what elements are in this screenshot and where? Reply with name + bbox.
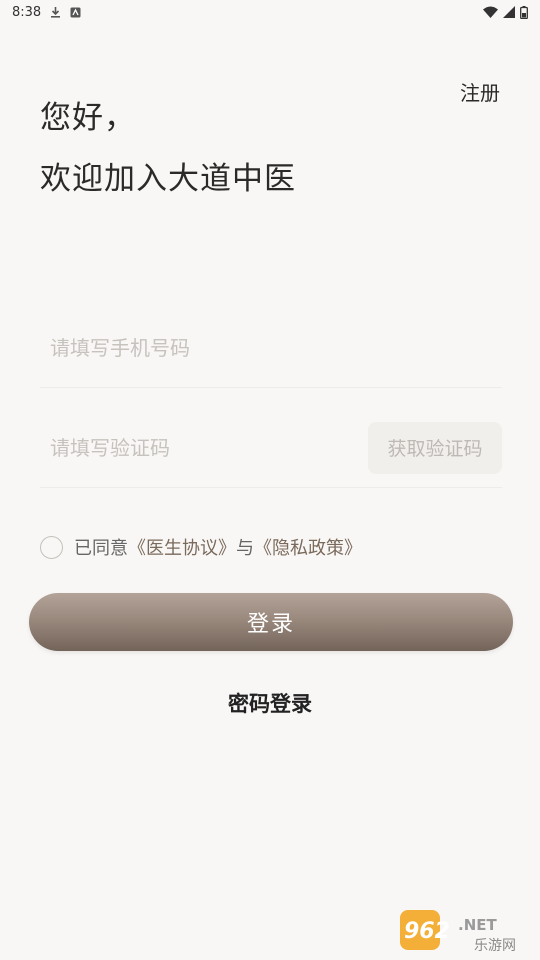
svg-text:962: 962 bbox=[404, 919, 450, 944]
login-screen: 8:38 注册 您好， 欢迎加入大道中医 获 bbox=[0, 0, 540, 960]
verification-code-input[interactable] bbox=[40, 435, 340, 460]
agreement-conjunction: 与 bbox=[236, 538, 254, 559]
wifi-icon bbox=[483, 6, 498, 18]
phone-field bbox=[40, 308, 502, 388]
svg-text:乐游网: 乐游网 bbox=[474, 938, 516, 954]
agreement-prefix: 已同意 bbox=[74, 538, 128, 559]
privacy-policy-link[interactable]: 《隐私政策》 bbox=[254, 534, 362, 560]
greeting-welcome: 欢迎加入大道中医 bbox=[40, 161, 296, 197]
agreement-row: 已同意 《医生协议》 与 《隐私政策》 bbox=[40, 534, 362, 560]
site-watermark-logo: 962 .NET 乐游网 bbox=[400, 910, 516, 954]
signal-icon bbox=[503, 6, 515, 18]
greeting-hello: 您好， bbox=[40, 100, 136, 136]
code-field: 获取验证码 bbox=[40, 408, 502, 488]
register-link[interactable]: 注册 bbox=[460, 77, 500, 106]
notification-icon bbox=[70, 7, 81, 18]
phone-input[interactable] bbox=[40, 335, 340, 360]
status-left: 8:38 bbox=[12, 5, 81, 20]
password-login-link[interactable]: 密码登录 bbox=[0, 688, 540, 718]
get-code-button[interactable]: 获取验证码 bbox=[368, 421, 502, 474]
status-bar: 8:38 bbox=[0, 0, 540, 24]
download-icon bbox=[50, 6, 61, 18]
agreement-checkbox[interactable] bbox=[40, 535, 63, 559]
svg-text:.NET: .NET bbox=[458, 916, 497, 934]
status-time: 8:38 bbox=[12, 4, 42, 20]
login-button[interactable]: 登录 bbox=[29, 593, 513, 651]
doctor-agreement-link[interactable]: 《医生协议》 bbox=[128, 534, 236, 560]
battery-icon bbox=[520, 5, 528, 19]
status-right bbox=[483, 5, 528, 19]
